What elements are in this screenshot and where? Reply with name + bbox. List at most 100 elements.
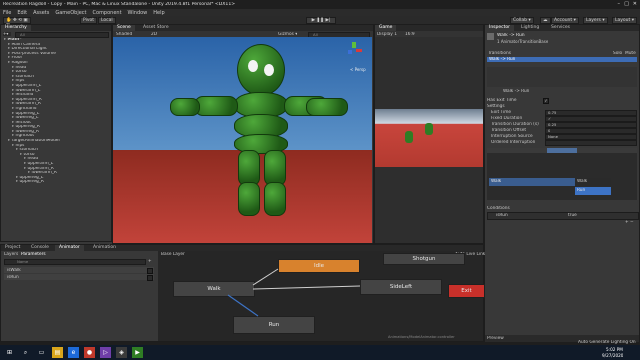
layers-tab[interactable]: Layers xyxy=(4,252,18,257)
add-param-button[interactable]: + xyxy=(148,259,152,264)
settings-field-value[interactable] xyxy=(545,140,637,146)
settings-field-row: Transition Offset 0 xyxy=(487,128,637,134)
ragdoll-model[interactable] xyxy=(170,44,350,220)
layers-dropdown[interactable]: Layers ▾ xyxy=(583,17,608,24)
maximize-button[interactable]: □ xyxy=(624,1,629,7)
hierarchy-item-label: lowerarm_R xyxy=(31,171,57,176)
hierarchy-item-label: upperleg_L xyxy=(19,175,44,180)
inspector-tab-label: Inspector xyxy=(489,25,510,30)
settings-field-value-text: 0 xyxy=(548,129,551,133)
ragdoll-eye-left xyxy=(248,60,258,72)
transition-timeline[interactable]: Walk Walk Run xyxy=(487,148,637,200)
add-condition-button[interactable]: + − xyxy=(625,220,634,225)
transform-tools[interactable]: ✋ ✥ ⟲ ▣ ⊞ xyxy=(3,17,31,28)
settings-field-row: Exit Time 0.75 xyxy=(487,110,637,116)
transition-row[interactable]: Walk -> Run xyxy=(487,57,637,62)
cloud-icon[interactable]: ☁ xyxy=(540,17,551,24)
media-icon[interactable]: ▶ xyxy=(132,347,143,358)
params-search-placeholder: Name xyxy=(17,260,29,264)
transitions-label: Transitions xyxy=(488,51,512,56)
settings-field-label: Exit Time xyxy=(491,110,512,115)
account-label: Account ▾ xyxy=(554,18,576,23)
has-exit-time-checkbox[interactable]: ✓ xyxy=(543,98,549,104)
settings-field-row: Ordered Interruption xyxy=(487,140,637,146)
parameters-tab[interactable]: Parameters xyxy=(21,252,46,257)
condition-param[interactable]: isRun xyxy=(496,213,508,218)
local-toggle[interactable]: Local xyxy=(98,17,116,24)
create-button[interactable]: +▾ xyxy=(3,32,11,36)
persp-label: < Persp xyxy=(350,67,366,72)
windows-start-icon[interactable]: ⊞ xyxy=(4,347,15,358)
game-view xyxy=(375,109,483,167)
hierarchy-item-label: upperarm_R xyxy=(27,166,54,171)
hierarchy-item-label: stomach xyxy=(19,148,38,153)
tab-lighting[interactable]: Lighting xyxy=(517,25,543,31)
search-icon[interactable]: ⌕ xyxy=(20,347,31,358)
browser-icon[interactable]: e xyxy=(68,347,79,358)
ragdoll-upperarm-right xyxy=(194,96,238,116)
close-button[interactable]: ✕ xyxy=(633,1,637,7)
settings-foldout[interactable]: Settings xyxy=(487,104,505,109)
settings-field-value-text: 0.25 xyxy=(548,123,557,127)
timeline-walk-right: Walk xyxy=(575,178,611,186)
solo-label: Solo xyxy=(613,51,623,56)
hierarchy-item-label: TargetAnimationModel xyxy=(11,139,60,144)
settings-field-value-text: ✓ xyxy=(548,117,552,121)
taskbar: ⊞ ⌕ ▭ ▤ e ● ▷ ◈ ▶ Auto Generate Lighting… xyxy=(0,340,640,360)
param-row-iswalk[interactable]: isWalk xyxy=(4,267,154,274)
hierarchy-item-label: torso xyxy=(15,70,27,75)
param-isrun-checkbox[interactable] xyxy=(147,275,153,281)
params-search-input[interactable]: Name xyxy=(4,259,146,265)
animator-panel: Project Console Animator Animation Layer… xyxy=(0,244,485,342)
transition-preview-box xyxy=(487,67,637,87)
inspector-title: Walk -> Run xyxy=(497,33,525,38)
controller-path: Animations/ModelAnimator.controller xyxy=(388,335,455,339)
play-controls[interactable]: ▶ ❚❚ ▶| xyxy=(306,17,336,24)
app-icon[interactable]: ● xyxy=(84,347,95,358)
condition-value[interactable]: true xyxy=(568,213,577,218)
param-row-isrun[interactable]: isRun xyxy=(4,274,154,281)
ragdoll-lowerarm-left xyxy=(306,98,348,116)
animator-graph[interactable]: Base Layer Auto Live Link Idle Shotgun W… xyxy=(158,251,485,341)
aspect-dropdown[interactable]: 16:9 xyxy=(405,32,415,37)
pivot-toggle[interactable]: Pivot xyxy=(80,17,98,24)
unity-icon[interactable]: ◈ xyxy=(116,347,127,358)
lighting-tab-label: Lighting xyxy=(521,25,540,30)
timeline-run-label: Run xyxy=(577,188,586,193)
hierarchy-item-label: head xyxy=(15,65,27,70)
game-panel: Game Display 1 16:9 xyxy=(374,24,484,244)
game-ragdoll-1 xyxy=(405,131,413,143)
scene-tab-label: Scene xyxy=(117,25,131,30)
hierarchy-item-label: upperleg_R xyxy=(19,180,44,185)
hierarchy-item[interactable]: ▸ upperleg_R xyxy=(1,180,111,185)
gizmo-y-axis xyxy=(352,42,356,48)
settings-field-row: Transition Duration (s) 0.25 xyxy=(487,122,637,128)
transition-arrows xyxy=(227,268,361,317)
tab-inspector[interactable]: Inspector xyxy=(485,25,514,31)
hierarchy-item-label: lefthand xyxy=(15,93,34,98)
ragdoll-upperleg-right xyxy=(238,150,260,186)
account-dropdown[interactable]: Account ▾ xyxy=(551,17,579,24)
game-tab-label: Game xyxy=(379,25,393,30)
tab-services[interactable]: Services xyxy=(547,25,574,31)
condition-row[interactable]: isRun true xyxy=(487,212,639,220)
display-dropdown[interactable]: Display 1 xyxy=(377,32,397,37)
minimize-button[interactable]: – xyxy=(618,1,621,7)
hierarchy-item-label: hips xyxy=(15,143,25,148)
toolbar: ✋ ✥ ⟲ ▣ ⊞ Pivot Local ▶ ❚❚ ▶| Collab ▾ ☁… xyxy=(0,16,640,28)
layout-dropdown[interactable]: Layout ▾ xyxy=(612,17,637,24)
inspector-tabbar: Inspector Lighting Services xyxy=(485,25,639,31)
task-view-icon[interactable]: ▭ xyxy=(36,347,47,358)
collab-dropdown[interactable]: Collab ▾ xyxy=(510,17,534,24)
hierarchy-tab-label: Hierarchy xyxy=(5,25,27,30)
settings-field-value-text: 0.75 xyxy=(548,111,557,115)
hierarchy-item-label: rightfoot xyxy=(15,134,35,139)
visual-studio-icon[interactable]: ▷ xyxy=(100,347,111,358)
hierarchy-item-label: stomach xyxy=(15,74,34,79)
hierarchy-item-label: Floor xyxy=(11,56,23,61)
window-title: Recreation Ragdoll - Copy - Main - PC, M… xyxy=(3,2,236,7)
settings-field-label: Fixed Duration xyxy=(491,116,523,121)
hierarchy-item-label: Main Camera xyxy=(11,42,41,47)
file-explorer-icon[interactable]: ▤ xyxy=(52,347,63,358)
taskbar-time: 5:02 PM xyxy=(606,347,623,352)
